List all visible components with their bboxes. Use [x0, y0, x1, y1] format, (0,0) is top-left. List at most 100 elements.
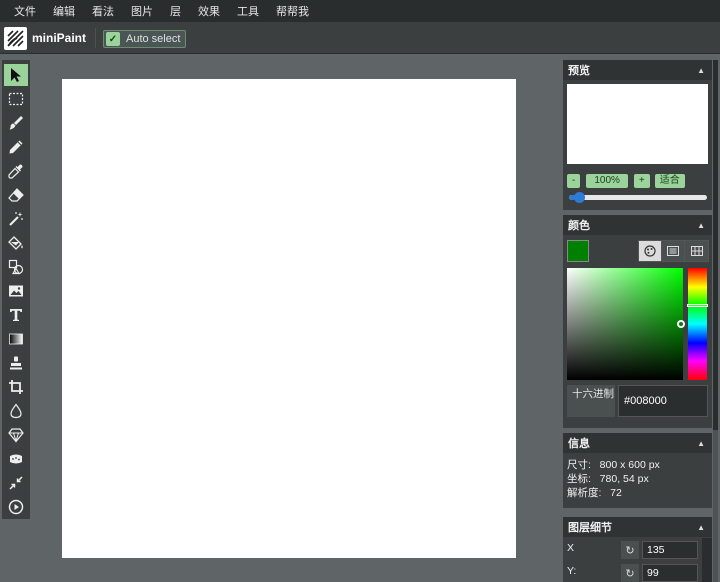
brush-icon: [9, 116, 23, 130]
magic-wand-tool[interactable]: [4, 208, 28, 230]
information-panel-title: 信息: [568, 438, 590, 450]
animation-tool[interactable]: [4, 496, 28, 518]
play-icon: [8, 499, 24, 515]
zoom-in-button[interactable]: +: [633, 174, 650, 188]
menu-item-2[interactable]: 看法: [92, 3, 114, 19]
information-panel: 信息 ▲ 尺寸: 800 x 600 px 坐标: 780, 54 px 解析度…: [563, 433, 712, 508]
dashed-rect-icon: [8, 92, 24, 106]
image-icon: [9, 285, 23, 297]
preview-panel-header[interactable]: 预览 ▲: [563, 60, 712, 80]
zoom-fit-button[interactable]: 适合: [654, 174, 685, 188]
drawing-canvas[interactable]: [62, 79, 516, 558]
menu-item-4[interactable]: 层: [170, 3, 181, 19]
header-divider: [95, 28, 96, 48]
information-panel-header[interactable]: 信息 ▲: [563, 433, 712, 453]
select-tool[interactable]: [4, 64, 28, 86]
current-color-swatch[interactable]: [567, 240, 589, 262]
sponge-icon: [10, 454, 22, 464]
grid-icon: [690, 246, 703, 256]
colors-panel: 颜色 ▲ 十六进制 #008000: [563, 215, 712, 428]
collapse-caret-icon[interactable]: ▲: [697, 523, 705, 532]
sharpen-tool[interactable]: [4, 424, 28, 446]
menu-item-0[interactable]: 文件: [14, 3, 36, 19]
hue-slider-handle[interactable]: [687, 304, 708, 308]
compress-arrows-icon: [9, 476, 23, 490]
zoom-level-button[interactable]: 100%: [586, 174, 628, 188]
media-tool[interactable]: [4, 280, 28, 302]
layer-x-row: X ↻ 135: [563, 539, 712, 561]
palette-mode-button[interactable]: [639, 241, 662, 261]
crop-icon: [9, 380, 23, 394]
list-icon: [667, 246, 679, 256]
layer-x-label: X: [567, 542, 575, 554]
pencil-icon: [9, 140, 23, 154]
tools-sidebar: [2, 60, 30, 519]
brush-tool[interactable]: [4, 112, 28, 134]
saturation-value-handle[interactable]: [677, 320, 685, 328]
info-size: 尺寸: 800 x 600 px: [567, 459, 660, 471]
reset-y-icon[interactable]: ↻: [621, 564, 639, 582]
menu-item-3[interactable]: 图片: [131, 3, 153, 19]
menu-item-1[interactable]: 编辑: [53, 3, 75, 19]
erase-tool[interactable]: [4, 184, 28, 206]
shape-tool[interactable]: [4, 256, 28, 278]
preview-panel: 预览 ▲ - 100% + 适合: [563, 60, 712, 210]
preview-thumbnail[interactable]: [567, 84, 708, 164]
clone-tool[interactable]: [4, 352, 28, 374]
collapse-caret-icon[interactable]: ▲: [697, 439, 705, 448]
app-title: miniPaint: [32, 31, 87, 45]
zoom-slider-thumb[interactable]: [573, 192, 585, 203]
menu-item-5[interactable]: 效果: [198, 3, 220, 19]
collapse-caret-icon[interactable]: ▲: [697, 221, 705, 230]
layer-x-input[interactable]: 135: [642, 541, 698, 559]
hue-slider[interactable]: [687, 268, 708, 380]
hex-label: 十六进制: [567, 385, 615, 417]
swatches-mode-button[interactable]: [685, 241, 708, 261]
colors-panel-header[interactable]: 颜色 ▲: [563, 215, 712, 235]
shapes-icon: [8, 259, 24, 275]
gradient-tool[interactable]: [4, 328, 28, 350]
cursor-icon: [11, 68, 21, 82]
menu-item-6[interactable]: 工具: [237, 3, 259, 19]
color-picker-tool[interactable]: [4, 160, 28, 182]
gradient-icon: [9, 333, 23, 345]
top-toolbar: miniPaint ✓ Auto select: [0, 22, 720, 54]
text-tool[interactable]: [4, 304, 28, 326]
zoom-slider[interactable]: [569, 192, 707, 203]
info-coordinates: 坐标: 780, 54 px: [567, 473, 649, 485]
text-icon: [10, 309, 22, 321]
zoom-out-button[interactable]: -: [567, 174, 581, 188]
bulge-pinch-tool[interactable]: [4, 472, 28, 494]
blur-tool[interactable]: [4, 400, 28, 422]
crop-tool[interactable]: [4, 376, 28, 398]
layer-details-panel-title: 图层细节: [568, 522, 612, 534]
hex-input[interactable]: #008000: [618, 385, 708, 417]
reset-x-icon[interactable]: ↻: [621, 541, 639, 559]
selection-tool[interactable]: [4, 88, 28, 110]
stamp-icon: [10, 356, 22, 370]
sidebar-scrollbar[interactable]: [713, 60, 718, 582]
pencil-tool[interactable]: [4, 136, 28, 158]
menu-bar: 文件 编辑 看法 图片 层 效果 工具 帮帮我: [0, 0, 720, 22]
layer-y-input[interactable]: 99: [642, 564, 698, 582]
eraser-icon: [8, 188, 24, 202]
fill-tool[interactable]: [4, 232, 28, 254]
paint-bucket-icon: [8, 236, 23, 250]
auto-select-toggle[interactable]: ✓ Auto select: [103, 30, 186, 48]
layer-details-panel: 图层细节 ▲ X ↻ 135 Y: ↻ 99: [563, 517, 712, 582]
magic-wand-icon: [9, 212, 23, 226]
layer-details-panel-header[interactable]: 图层细节 ▲: [563, 517, 712, 537]
layer-y-row: Y: ↻ 99: [563, 562, 712, 582]
menu-item-7[interactable]: 帮帮我: [276, 3, 309, 19]
zoom-controls: - 100% + 适合: [567, 174, 685, 188]
layer-y-label: Y:: [567, 565, 577, 577]
collapse-caret-icon[interactable]: ▲: [697, 66, 705, 75]
preview-panel-title: 预览: [568, 65, 590, 77]
sidebar-scrollbar-thumb[interactable]: [713, 60, 718, 430]
desaturate-tool[interactable]: [4, 448, 28, 470]
hex-color-row: 十六进制 #008000: [567, 385, 708, 417]
sliders-mode-button[interactable]: [662, 241, 685, 261]
saturation-value-picker[interactable]: [567, 268, 685, 380]
layer-details-scrollbar[interactable]: [702, 538, 712, 582]
checkmark-icon: ✓: [106, 32, 120, 46]
